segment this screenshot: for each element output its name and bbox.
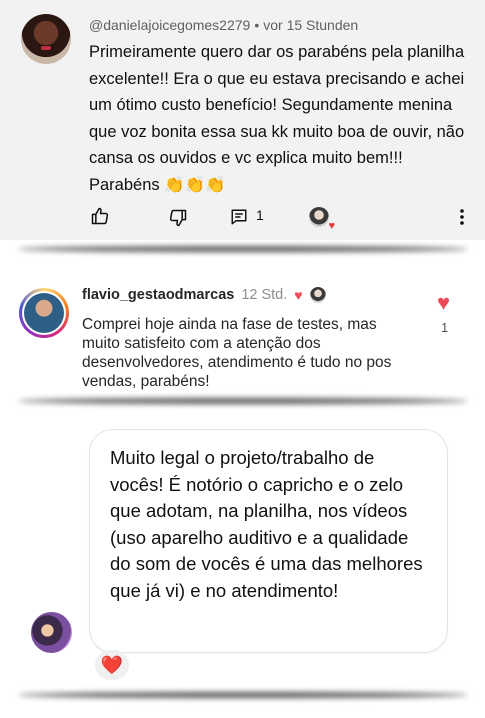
avatar-photo: [24, 293, 64, 333]
comment-username[interactable]: flavio_gestaodmarcas: [82, 287, 234, 303]
comment-username[interactable]: @danielajoicegomes2279: [89, 17, 250, 33]
thumbs-up-icon: [91, 207, 109, 225]
comment-header: flavio_gestaodmarcas 12 Std. ♥: [82, 287, 326, 303]
comment-meta: @danielajoicegomes2279 • vor 15 Stunden: [89, 17, 358, 33]
avatar-detail: [41, 46, 51, 50]
creator-heart-icon: ♥: [294, 287, 303, 303]
like-button[interactable]: [88, 204, 112, 228]
comment-text: Comprei hoje ainda na fase de testes, ma…: [82, 316, 392, 390]
message-bubble[interactable]: Muito legal o projeto/trabalho de vocês!…: [89, 429, 448, 653]
like-count: 1: [441, 320, 449, 335]
heart-icon: ♥: [328, 220, 335, 232]
card-shadow: [18, 398, 468, 404]
more-options-button[interactable]: [454, 205, 470, 229]
creator-heart-icon: ♥: [309, 207, 335, 232]
creator-avatar: [309, 207, 329, 227]
message-card: Muito legal o projeto/trabalho de vocês!…: [0, 412, 485, 688]
thumbs-down-icon: [169, 209, 187, 227]
avatar[interactable]: [31, 612, 72, 653]
youtube-comment-card: @danielajoicegomes2279 • vor 15 Stunden Pr…: [0, 0, 485, 240]
reply-icon: [231, 209, 247, 225]
instagram-comment-card: flavio_gestaodmarcas 12 Std. ♥ Comprei h…: [0, 268, 485, 394]
avatar[interactable]: [21, 14, 71, 64]
more-options-icon: [460, 209, 464, 225]
message-text: Muito legal o projeto/trabalho de vocês!…: [110, 447, 423, 601]
heart-icon: ❤️: [100, 654, 124, 675]
meta-separator: •: [254, 17, 260, 33]
comment-time: 12 Std.: [241, 287, 288, 303]
creator-avatar: [309, 287, 326, 303]
comment-actions: 1 ♥: [0, 202, 485, 232]
comment-time[interactable]: vor 15 Stunden: [263, 17, 358, 33]
dislike-button[interactable]: [166, 206, 190, 230]
card-shadow: [18, 692, 468, 698]
like-heart-icon[interactable]: ♥: [437, 292, 450, 314]
reply-button[interactable]: [228, 206, 250, 228]
card-shadow: [18, 246, 468, 252]
avatar[interactable]: [19, 288, 69, 338]
reply-count: 1: [256, 207, 264, 223]
comment-text: Primeiramente quero dar os parabéns pela…: [89, 43, 465, 194]
heart-reaction[interactable]: ❤️: [95, 650, 129, 680]
